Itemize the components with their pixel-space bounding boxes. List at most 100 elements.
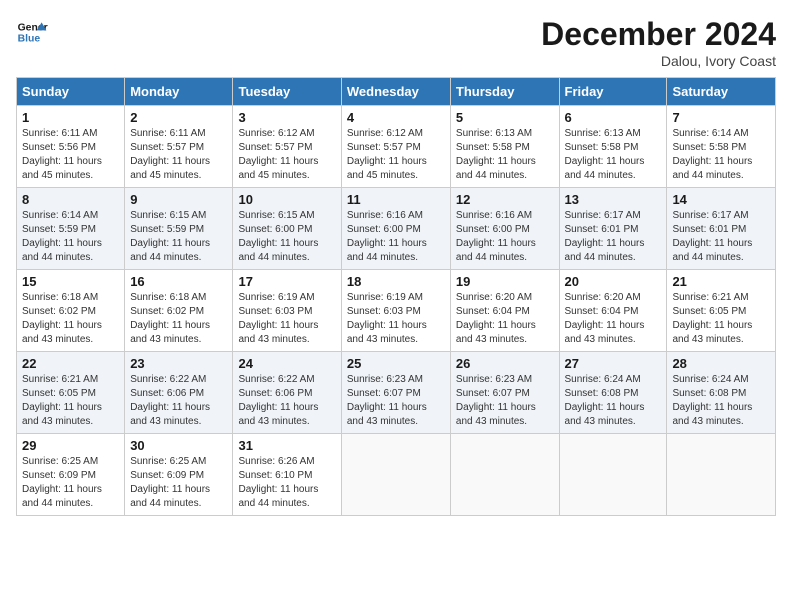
day-number: 26 — [456, 356, 554, 371]
calendar-cell — [559, 434, 667, 516]
day-number: 15 — [22, 274, 119, 289]
page-header: General Blue December 2024 Dalou, Ivory … — [16, 16, 776, 69]
day-number: 6 — [565, 110, 662, 125]
day-number: 18 — [347, 274, 445, 289]
day-info: Sunrise: 6:16 AMSunset: 6:00 PMDaylight:… — [456, 209, 554, 265]
calendar-cell: 29 Sunrise: 6:25 AMSunset: 6:09 PMDayligh… — [17, 434, 125, 516]
calendar-cell: 12 Sunrise: 6:16 AMSunset: 6:00 PMDayligh… — [450, 188, 559, 270]
calendar-cell: 20 Sunrise: 6:20 AMSunset: 6:04 PMDayligh… — [559, 270, 667, 352]
day-number: 16 — [130, 274, 227, 289]
calendar-week-5: 29 Sunrise: 6:25 AMSunset: 6:09 PMDayligh… — [17, 434, 776, 516]
calendar-cell: 7 Sunrise: 6:14 AMSunset: 5:58 PMDaylight… — [667, 106, 776, 188]
day-number: 9 — [130, 192, 227, 207]
day-info: Sunrise: 6:23 AMSunset: 6:07 PMDaylight:… — [456, 373, 554, 429]
day-info: Sunrise: 6:14 AMSunset: 5:59 PMDaylight:… — [22, 209, 119, 265]
day-number: 13 — [565, 192, 662, 207]
day-number: 23 — [130, 356, 227, 371]
col-header-monday: Monday — [125, 78, 233, 106]
day-number: 17 — [238, 274, 335, 289]
calendar-cell: 10 Sunrise: 6:15 AMSunset: 6:00 PMDayligh… — [233, 188, 341, 270]
day-info: Sunrise: 6:19 AMSunset: 6:03 PMDaylight:… — [238, 291, 335, 347]
day-number: 4 — [347, 110, 445, 125]
calendar-cell: 11Sunrise: 6:16 AMSunset: 6:00 PMDayligh… — [341, 188, 450, 270]
day-number: 11 — [347, 192, 445, 207]
month-title: December 2024 — [541, 16, 776, 53]
calendar-cell — [667, 434, 776, 516]
day-info: Sunrise: 6:19 AMSunset: 6:03 PMDaylight:… — [347, 291, 445, 347]
col-header-tuesday: Tuesday — [233, 78, 341, 106]
day-info: Sunrise: 6:18 AMSunset: 6:02 PMDaylight:… — [22, 291, 119, 347]
day-number: 10 — [238, 192, 335, 207]
calendar-cell: 1Sunrise: 6:11 AMSunset: 5:56 PMDaylight… — [17, 106, 125, 188]
day-info: Sunrise: 6:17 AMSunset: 6:01 PMDaylight:… — [565, 209, 662, 265]
day-info: Sunrise: 6:15 AMSunset: 6:00 PMDaylight:… — [238, 209, 335, 265]
day-number: 19 — [456, 274, 554, 289]
calendar-cell: 22Sunrise: 6:21 AMSunset: 6:05 PMDayligh… — [17, 352, 125, 434]
day-number: 1 — [22, 110, 119, 125]
day-info: Sunrise: 6:22 AMSunset: 6:06 PMDaylight:… — [238, 373, 335, 429]
calendar-cell: 28Sunrise: 6:24 AMSunset: 6:08 PMDayligh… — [667, 352, 776, 434]
day-info: Sunrise: 6:24 AMSunset: 6:08 PMDaylight:… — [565, 373, 662, 429]
calendar-cell: 23Sunrise: 6:22 AMSunset: 6:06 PMDayligh… — [125, 352, 233, 434]
calendar-cell: 8 Sunrise: 6:14 AMSunset: 5:59 PMDaylight… — [17, 188, 125, 270]
calendar-cell: 25Sunrise: 6:23 AMSunset: 6:07 PMDayligh… — [341, 352, 450, 434]
calendar-cell: 27 Sunrise: 6:24 AMSunset: 6:08 PMDayligh… — [559, 352, 667, 434]
calendar-cell: 5 Sunrise: 6:13 AMSunset: 5:58 PMDaylight… — [450, 106, 559, 188]
calendar-cell: 3Sunrise: 6:12 AMSunset: 5:57 PMDaylight… — [233, 106, 341, 188]
calendar-cell: 2 Sunrise: 6:11 AMSunset: 5:57 PMDaylight… — [125, 106, 233, 188]
day-info: Sunrise: 6:23 AMSunset: 6:07 PMDaylight:… — [347, 373, 445, 429]
day-number: 8 — [22, 192, 119, 207]
col-header-saturday: Saturday — [667, 78, 776, 106]
day-number: 30 — [130, 438, 227, 453]
logo-icon: General Blue — [16, 16, 48, 48]
day-number: 27 — [565, 356, 662, 371]
day-info: Sunrise: 6:12 AMSunset: 5:57 PMDaylight:… — [347, 127, 445, 183]
day-info: Sunrise: 6:20 AMSunset: 6:04 PMDaylight:… — [565, 291, 662, 347]
title-block: December 2024 Dalou, Ivory Coast — [541, 16, 776, 69]
day-info: Sunrise: 6:15 AMSunset: 5:59 PMDaylight:… — [130, 209, 227, 265]
calendar-cell: 24 Sunrise: 6:22 AMSunset: 6:06 PMDayligh… — [233, 352, 341, 434]
day-number: 5 — [456, 110, 554, 125]
logo: General Blue — [16, 16, 48, 48]
calendar-week-3: 15 Sunrise: 6:18 AMSunset: 6:02 PMDayligh… — [17, 270, 776, 352]
calendar-week-4: 22Sunrise: 6:21 AMSunset: 6:05 PMDayligh… — [17, 352, 776, 434]
day-number: 31 — [238, 438, 335, 453]
calendar-cell: 14 Sunrise: 6:17 AMSunset: 6:01 PMDayligh… — [667, 188, 776, 270]
calendar-table: SundayMondayTuesdayWednesdayThursdayFrid… — [16, 77, 776, 516]
day-number: 7 — [672, 110, 770, 125]
day-number: 12 — [456, 192, 554, 207]
day-info: Sunrise: 6:26 AMSunset: 6:10 PMDaylight:… — [238, 455, 335, 511]
col-header-sunday: Sunday — [17, 78, 125, 106]
day-info: Sunrise: 6:17 AMSunset: 6:01 PMDaylight:… — [672, 209, 770, 265]
col-header-friday: Friday — [559, 78, 667, 106]
day-number: 29 — [22, 438, 119, 453]
day-number: 14 — [672, 192, 770, 207]
location-subtitle: Dalou, Ivory Coast — [541, 53, 776, 69]
day-info: Sunrise: 6:21 AMSunset: 6:05 PMDaylight:… — [672, 291, 770, 347]
calendar-cell: 15 Sunrise: 6:18 AMSunset: 6:02 PMDayligh… — [17, 270, 125, 352]
calendar-cell: 30 Sunrise: 6:25 AMSunset: 6:09 PMDayligh… — [125, 434, 233, 516]
col-header-thursday: Thursday — [450, 78, 559, 106]
calendar-cell: 21 Sunrise: 6:21 AMSunset: 6:05 PMDayligh… — [667, 270, 776, 352]
calendar-cell: 26 Sunrise: 6:23 AMSunset: 6:07 PMDayligh… — [450, 352, 559, 434]
day-number: 28 — [672, 356, 770, 371]
day-info: Sunrise: 6:12 AMSunset: 5:57 PMDaylight:… — [238, 127, 335, 183]
day-info: Sunrise: 6:13 AMSunset: 5:58 PMDaylight:… — [565, 127, 662, 183]
calendar-cell — [450, 434, 559, 516]
day-info: Sunrise: 6:18 AMSunset: 6:02 PMDaylight:… — [130, 291, 227, 347]
day-info: Sunrise: 6:13 AMSunset: 5:58 PMDaylight:… — [456, 127, 554, 183]
calendar-cell — [341, 434, 450, 516]
day-number: 24 — [238, 356, 335, 371]
day-info: Sunrise: 6:11 AMSunset: 5:57 PMDaylight:… — [130, 127, 227, 183]
day-number: 2 — [130, 110, 227, 125]
day-info: Sunrise: 6:25 AMSunset: 6:09 PMDaylight:… — [130, 455, 227, 511]
calendar-cell: 9 Sunrise: 6:15 AMSunset: 5:59 PMDaylight… — [125, 188, 233, 270]
day-number: 21 — [672, 274, 770, 289]
day-info: Sunrise: 6:14 AMSunset: 5:58 PMDaylight:… — [672, 127, 770, 183]
calendar-cell: 19Sunrise: 6:20 AMSunset: 6:04 PMDayligh… — [450, 270, 559, 352]
day-number: 20 — [565, 274, 662, 289]
svg-text:Blue: Blue — [18, 34, 41, 45]
calendar-cell: 16 Sunrise: 6:18 AMSunset: 6:02 PMDayligh… — [125, 270, 233, 352]
calendar-cell: 17 Sunrise: 6:19 AMSunset: 6:03 PMDayligh… — [233, 270, 341, 352]
day-info: Sunrise: 6:25 AMSunset: 6:09 PMDaylight:… — [22, 455, 119, 511]
